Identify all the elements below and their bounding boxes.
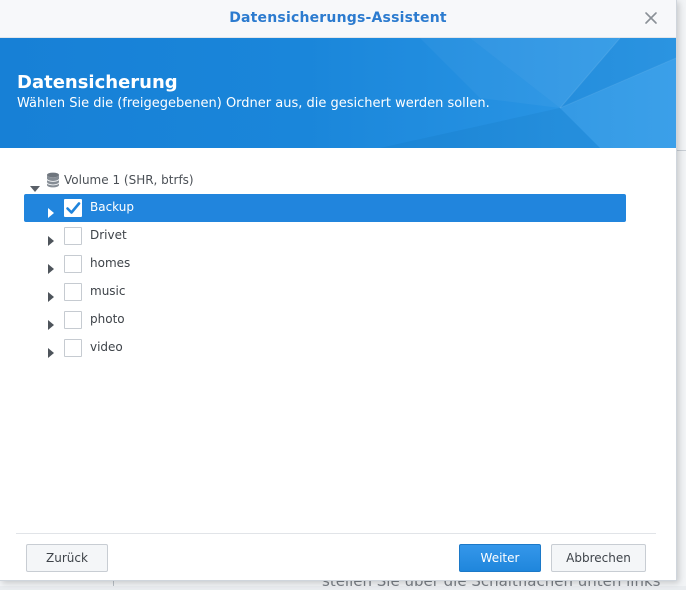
folder-item-video[interactable]: video bbox=[24, 334, 626, 362]
footer-divider bbox=[16, 533, 656, 534]
expand-arrow-icon[interactable] bbox=[48, 231, 54, 246]
folder-label: Backup bbox=[90, 200, 134, 214]
folder-checkbox[interactable] bbox=[64, 311, 82, 329]
tree-root-label: Volume 1 (SHR, btrfs) bbox=[64, 173, 194, 187]
dialog-title: Datensicherungs-Assistent bbox=[229, 10, 447, 26]
folder-label: video bbox=[90, 340, 123, 354]
background-divider bbox=[676, 150, 686, 151]
banner-decoration bbox=[380, 38, 676, 148]
dialog-titlebar: Datensicherungs-Assistent bbox=[0, 0, 676, 38]
folder-label: Drivet bbox=[90, 228, 127, 242]
banner-subtitle: Wählen Sie die (freigegebenen) Ordner au… bbox=[17, 96, 490, 111]
folder-checkbox[interactable] bbox=[64, 339, 82, 357]
cancel-button[interactable]: Abbrechen bbox=[551, 544, 646, 572]
folder-item-backup[interactable]: Backup bbox=[24, 194, 626, 222]
folder-item-photo[interactable]: photo bbox=[24, 306, 626, 334]
header-banner: Datensicherung Wählen Sie die (freigegeb… bbox=[0, 38, 676, 148]
tree-root-volume[interactable]: Volume 1 (SHR, btrfs) bbox=[24, 166, 626, 194]
folder-item-homes[interactable]: homes bbox=[24, 250, 626, 278]
banner-title: Datensicherung bbox=[17, 72, 178, 93]
folder-label: music bbox=[90, 284, 126, 298]
backup-wizard-dialog: Datensicherungs-Assistent Datensicherung… bbox=[0, 0, 677, 581]
expand-arrow-icon[interactable] bbox=[48, 259, 54, 274]
folder-label: photo bbox=[90, 312, 125, 326]
folder-item-music[interactable]: music bbox=[24, 278, 626, 306]
back-button[interactable]: Zurück bbox=[26, 544, 108, 572]
expand-arrow-icon[interactable] bbox=[48, 343, 54, 358]
expand-arrow-icon[interactable] bbox=[48, 315, 54, 330]
folder-checkbox[interactable] bbox=[64, 255, 82, 273]
folder-checkbox[interactable] bbox=[64, 227, 82, 245]
next-button[interactable]: Weiter bbox=[459, 544, 541, 572]
close-icon[interactable] bbox=[642, 9, 660, 27]
folder-checkbox[interactable] bbox=[64, 199, 82, 217]
folder-label: homes bbox=[90, 256, 131, 270]
checkmark-icon bbox=[66, 202, 81, 214]
folder-tree: Volume 1 (SHR, btrfs) Backup Drivet home… bbox=[24, 166, 626, 362]
folder-item-drivet[interactable]: Drivet bbox=[24, 222, 626, 250]
database-icon bbox=[46, 172, 60, 192]
expand-arrow-icon[interactable] bbox=[48, 203, 54, 218]
expand-arrow-icon[interactable] bbox=[48, 287, 54, 302]
folder-checkbox[interactable] bbox=[64, 283, 82, 301]
